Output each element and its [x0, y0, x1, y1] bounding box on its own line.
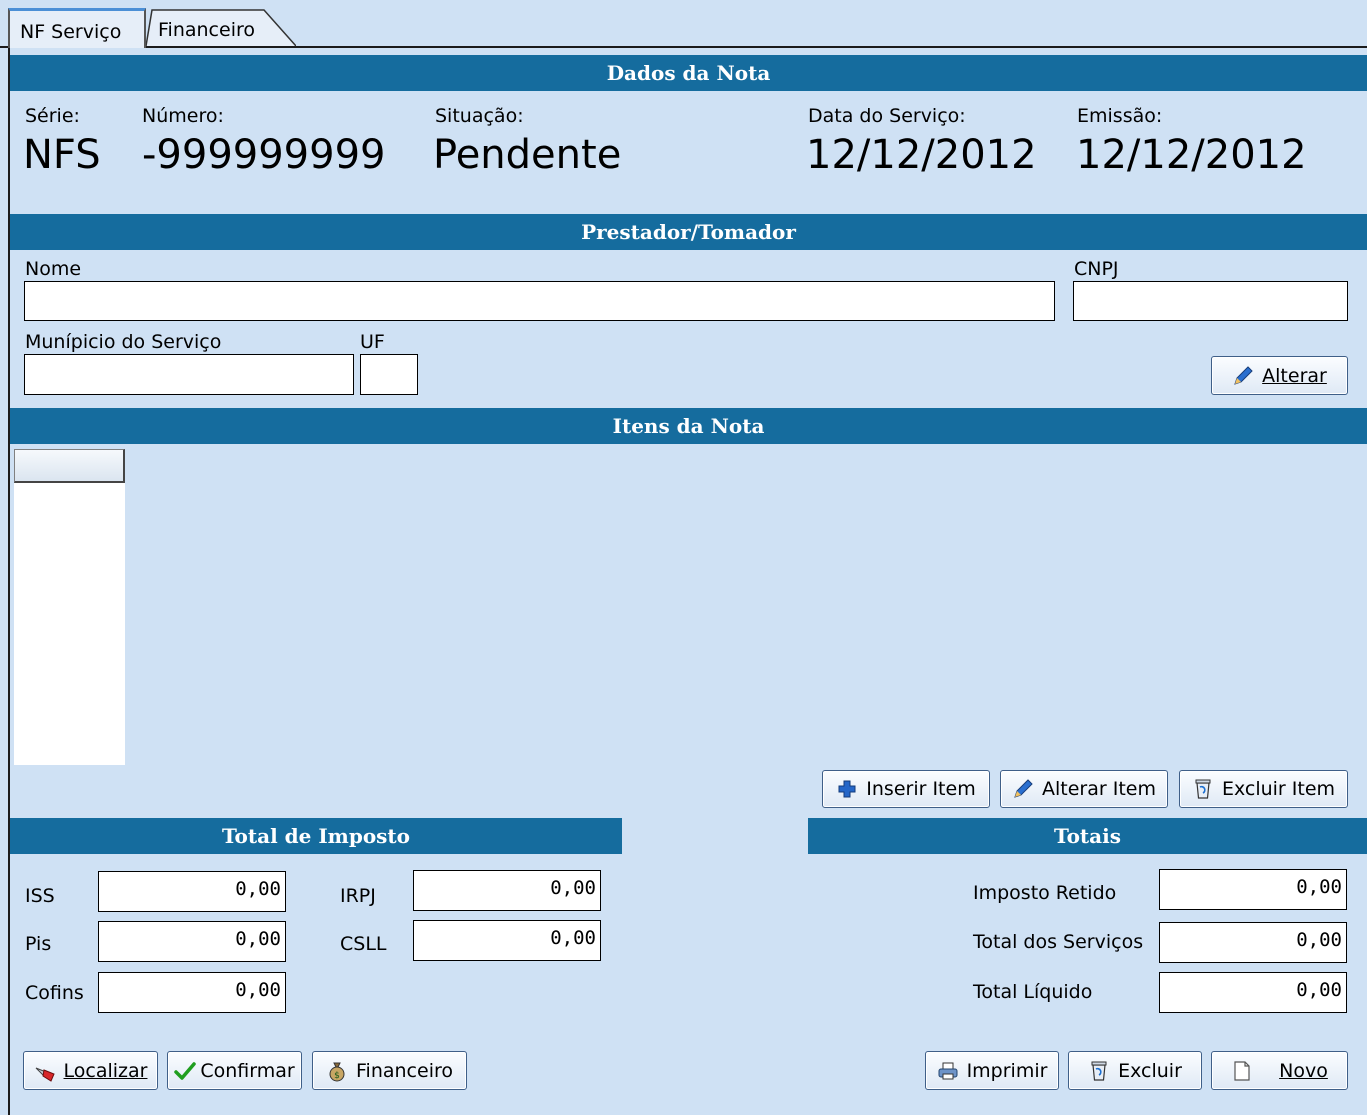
- localizar-button[interactable]: Localizar: [23, 1051, 158, 1090]
- items-grid-header[interactable]: [14, 449, 125, 483]
- imprimir-label: Imprimir: [966, 1059, 1048, 1082]
- total-servicos-field[interactable]: 0,00: [1159, 922, 1347, 963]
- money-bag-icon: $: [326, 1060, 348, 1082]
- iss-field[interactable]: 0,00: [98, 871, 286, 912]
- situacao-label: Situação:: [435, 105, 524, 127]
- uf-input[interactable]: [360, 354, 418, 395]
- numero-value: -999999999: [142, 132, 386, 178]
- cofins-label: Cofins: [25, 982, 84, 1004]
- municipio-label: Munípicio do Serviço: [25, 331, 222, 353]
- inserir-item-label: Inserir Item: [866, 778, 976, 800]
- items-grid-column: [14, 449, 125, 765]
- total-liquido-label: Total Líquido: [973, 981, 1093, 1003]
- data-servico-value: 12/12/2012: [806, 132, 1037, 178]
- financeiro-label: Financeiro: [356, 1059, 453, 1082]
- excluir-button[interactable]: Excluir: [1068, 1051, 1202, 1090]
- cofins-field[interactable]: 0,00: [98, 972, 286, 1013]
- checkmark-icon: [174, 1060, 197, 1082]
- alterar-prestador-button[interactable]: Alterar: [1211, 356, 1348, 395]
- excluir-item-label: Excluir Item: [1221, 778, 1336, 800]
- recycle-bin-icon: [1192, 778, 1214, 800]
- novo-button[interactable]: Novo: [1211, 1051, 1348, 1090]
- serie-label: Série:: [25, 105, 80, 127]
- situacao-value: Pendente: [433, 132, 622, 178]
- tab-nf-servico[interactable]: NF Serviço: [8, 8, 146, 48]
- emissao-label: Emissão:: [1077, 105, 1163, 127]
- tab-label: Financeiro: [158, 19, 255, 41]
- data-servico-label: Data do Serviço:: [808, 105, 966, 127]
- section-header-totais: Totais: [808, 818, 1367, 854]
- total-servicos-label: Total dos Serviços: [973, 931, 1144, 953]
- tab-financeiro[interactable]: Financeiro: [146, 8, 296, 47]
- imposto-retido-field[interactable]: 0,00: [1159, 869, 1347, 910]
- pis-field[interactable]: 0,00: [98, 921, 286, 962]
- alterar-item-button[interactable]: Alterar Item: [1000, 770, 1168, 808]
- nome-input[interactable]: [24, 281, 1055, 321]
- new-document-icon: [1231, 1060, 1253, 1082]
- pis-label: Pis: [25, 933, 52, 955]
- alterar-item-label: Alterar Item: [1042, 778, 1156, 800]
- svg-text:$: $: [334, 1071, 340, 1081]
- irpj-label: IRPJ: [340, 885, 376, 907]
- serie-value: NFS: [23, 132, 101, 178]
- section-header-itens: Itens da Nota: [10, 408, 1367, 444]
- recycle-bin-icon: [1088, 1060, 1110, 1082]
- excluir-label: Excluir: [1118, 1059, 1182, 1082]
- section-header-impostos: Total de Imposto: [10, 818, 622, 854]
- items-grid[interactable]: [10, 444, 1367, 766]
- confirmar-label: Confirmar: [200, 1059, 295, 1082]
- novo-label: Novo: [1279, 1059, 1328, 1082]
- uf-label: UF: [360, 331, 385, 353]
- total-liquido-field[interactable]: 0,00: [1159, 972, 1347, 1013]
- csll-field[interactable]: 0,00: [413, 920, 601, 961]
- irpj-field[interactable]: 0,00: [413, 870, 601, 911]
- alterar-label: Alterar: [1262, 364, 1327, 387]
- flashlight-icon: [34, 1060, 56, 1082]
- inserir-item-button[interactable]: Inserir Item: [822, 770, 990, 808]
- financeiro-button[interactable]: $ Financeiro: [312, 1051, 467, 1090]
- iss-label: ISS: [25, 885, 55, 907]
- nome-label: Nome: [25, 258, 82, 280]
- localizar-label: Localizar: [63, 1059, 148, 1082]
- imprimir-button[interactable]: Imprimir: [925, 1051, 1059, 1090]
- section-header-prestador: Prestador/Tomador: [10, 214, 1367, 250]
- pencil-icon: [1012, 778, 1034, 800]
- cnpj-label: CNPJ: [1074, 258, 1119, 280]
- imposto-retido-label: Imposto Retido: [973, 882, 1117, 904]
- pencil-icon: [1232, 365, 1254, 387]
- csll-label: CSLL: [340, 933, 387, 955]
- confirmar-button[interactable]: Confirmar: [167, 1051, 302, 1090]
- municipio-input[interactable]: [24, 354, 354, 395]
- cnpj-input[interactable]: [1073, 281, 1348, 321]
- plus-icon: [836, 778, 858, 800]
- printer-icon: [937, 1060, 959, 1082]
- numero-label: Número:: [142, 105, 224, 127]
- section-header-dados-nota: Dados da Nota: [10, 55, 1367, 91]
- excluir-item-button[interactable]: Excluir Item: [1179, 770, 1348, 808]
- emissao-value: 12/12/2012: [1076, 132, 1307, 178]
- tab-label: NF Serviço: [20, 21, 122, 43]
